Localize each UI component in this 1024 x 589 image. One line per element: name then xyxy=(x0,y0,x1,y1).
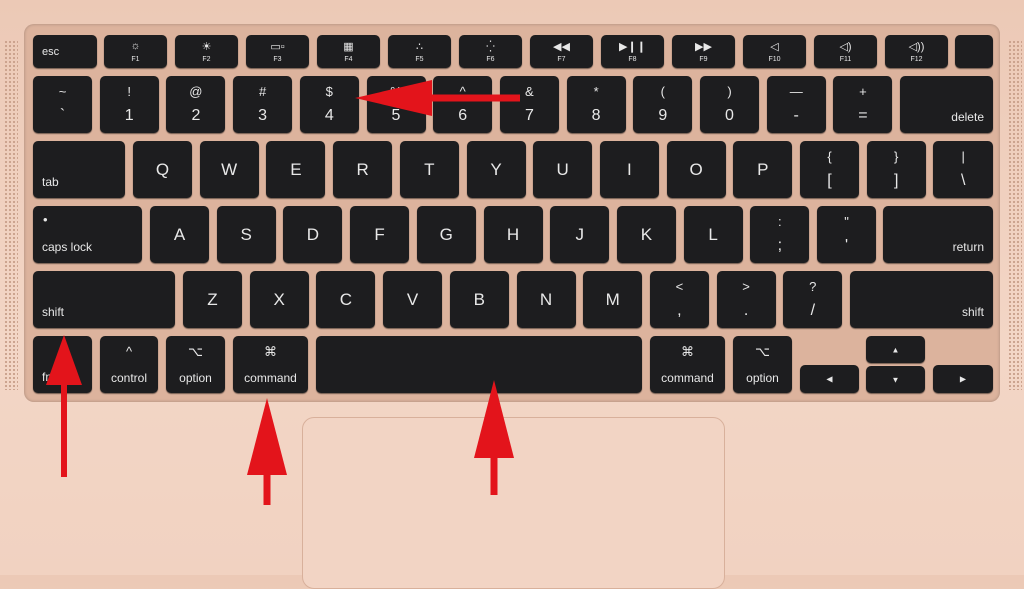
red-arrow-up-pointing-to-command xyxy=(247,398,287,505)
red-arrow-left-pointing-to-4 xyxy=(355,80,520,116)
red-arrow-up-pointing-to-space xyxy=(474,380,514,495)
red-arrow-up-pointing-to-fn xyxy=(46,335,82,477)
annotation-arrows xyxy=(46,80,520,505)
